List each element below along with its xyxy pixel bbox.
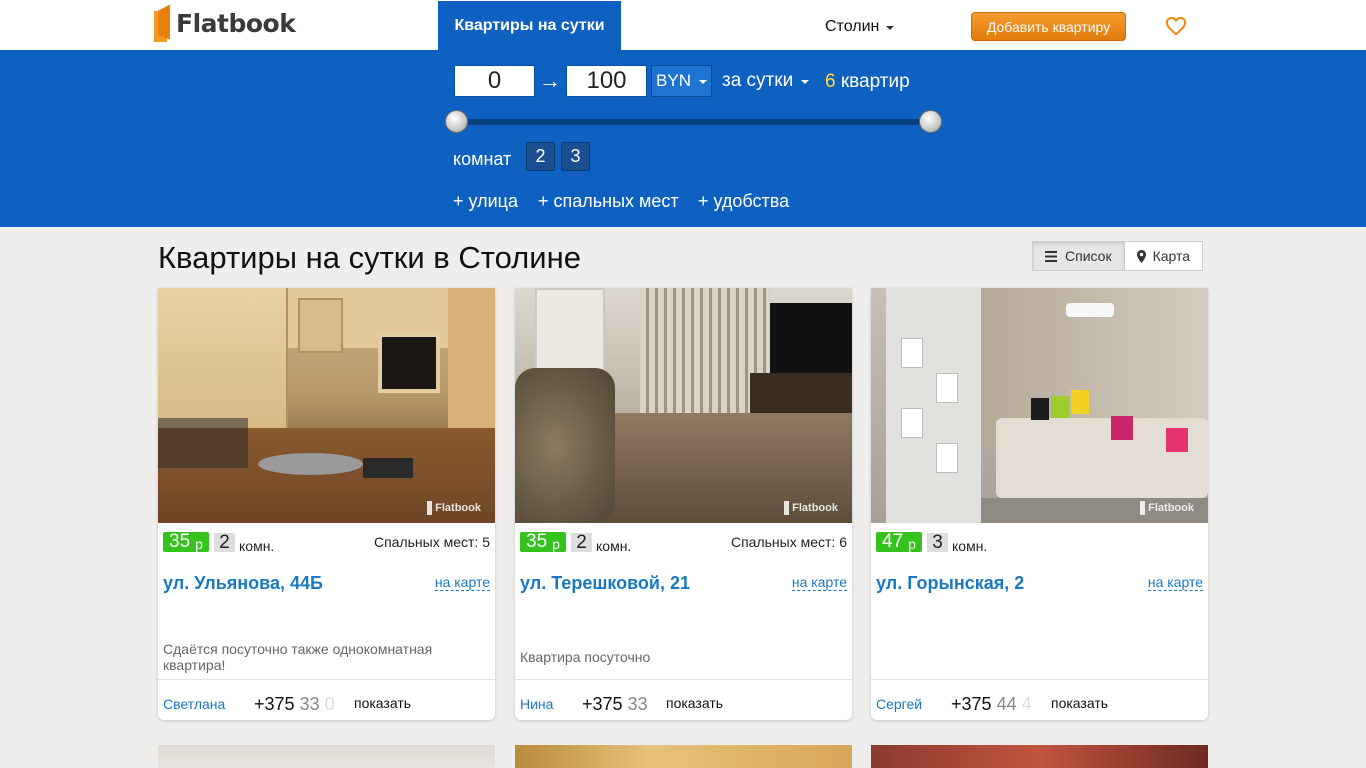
results-count-word: квартир [840, 71, 910, 92]
show-phone-button[interactable]: показать [1051, 695, 1108, 711]
on-map-link[interactable]: на карте [1147, 574, 1203, 591]
currency-select[interactable]: BYN [651, 65, 712, 97]
listing-photo[interactable] [158, 745, 495, 768]
results-count-number: 6 [825, 71, 836, 92]
price-badge: 47 р [876, 531, 922, 552]
door-logo-icon [154, 4, 170, 42]
rooms-badge: 2 [214, 532, 235, 553]
show-phone-button[interactable]: показать [354, 695, 411, 711]
add-beds-filter[interactable]: + спальных мест [538, 191, 679, 212]
owner-name[interactable]: Сергей [876, 696, 922, 712]
on-map-link[interactable]: на карте [791, 574, 847, 591]
city-selector[interactable]: Столин [825, 18, 895, 36]
add-street-filter[interactable]: + улица [453, 191, 518, 212]
listing-photo[interactable] [871, 745, 1208, 768]
rooms-label: комнат [453, 149, 512, 169]
phone-number: +375 33 0 [254, 694, 335, 714]
on-map-link[interactable]: на карте [434, 574, 490, 591]
listing-photo[interactable]: Flatbook [515, 288, 852, 523]
price-slider-max-handle[interactable] [919, 110, 942, 133]
price-range-arrow: → [539, 68, 561, 93]
chevron-down-icon [886, 26, 895, 30]
top-header: Flatbook Квартиры на сутки Столин Добави… [0, 0, 1366, 50]
listing-photo[interactable]: Flatbook [158, 288, 495, 523]
price-slider-min-handle[interactable] [445, 110, 468, 133]
nav-tab-apartments[interactable]: Квартиры на сутки [438, 1, 621, 50]
listing-address[interactable]: ул. Терешковой, 21 [520, 573, 690, 594]
rooms-word: комн. [239, 538, 275, 554]
listing-card[interactable]: Flatbook 35 р 2 комн. Спальных мест: 6 ул… [515, 288, 852, 720]
divider [871, 679, 1208, 680]
currency-label: BYN [656, 71, 691, 90]
city-label: Столин [825, 18, 880, 35]
chevron-down-icon [801, 80, 810, 84]
period-label: за сутки [722, 70, 794, 91]
listing-card[interactable]: Flatbook 47 р 3 комн. ул. Горынская, 2 на… [871, 288, 1208, 720]
rooms-badge: 2 [571, 532, 592, 553]
heart-icon[interactable] [1165, 16, 1187, 36]
view-toggle: Список Карта [1032, 241, 1204, 271]
listing-description: Сдаётся посуточно также однокомнатная кв… [163, 641, 433, 673]
price-max-input[interactable]: 100 [566, 65, 647, 97]
rooms-word: комн. [952, 538, 988, 554]
watermark: Flatbook [1140, 501, 1194, 515]
logo[interactable]: Flatbook [154, 4, 296, 42]
watermark: Flatbook [784, 501, 838, 515]
listing-photo[interactable] [515, 745, 852, 768]
price-slider-track[interactable] [456, 119, 930, 125]
listing-description: Квартира посуточно [520, 649, 651, 665]
period-select[interactable]: за сутки [722, 70, 810, 92]
owner-name[interactable]: Нина [520, 696, 553, 712]
logo-text: Flatbook [176, 8, 296, 38]
listing-photo[interactable]: Flatbook [871, 288, 1208, 523]
price-min-input[interactable]: 0 [454, 65, 535, 97]
list-icon [1045, 250, 1057, 262]
watermark: Flatbook [427, 501, 481, 515]
list-view-label: Список [1065, 248, 1112, 264]
page-title: Квартиры на сутки в Столине [158, 240, 581, 275]
price-badge: 35 р [163, 531, 209, 552]
beds-count: Спальных мест: 6 [730, 534, 847, 550]
divider [515, 679, 852, 680]
listing-address[interactable]: ул. Ульянова, 44Б [163, 573, 323, 594]
chevron-down-icon [698, 80, 707, 84]
show-phone-button[interactable]: показать [666, 695, 723, 711]
rooms-option-3[interactable]: 3 [561, 142, 590, 171]
owner-name[interactable]: Светлана [163, 696, 225, 712]
rooms-option-2[interactable]: 2 [526, 142, 555, 171]
listing-card[interactable]: Flatbook 35 р 2 комн. Спальных мест: 5 ул… [158, 288, 495, 720]
list-view-button[interactable]: Список [1032, 241, 1125, 271]
phone-number: +375 33 [582, 694, 648, 714]
filter-panel: 0 → 100 BYN за сутки 6 квартир комнат 2 … [0, 50, 1366, 227]
divider [158, 679, 495, 680]
results-count: 6 квартир [825, 71, 910, 93]
map-marker-icon [1136, 249, 1146, 263]
map-view-button[interactable]: Карта [1124, 241, 1204, 271]
phone-number: +375 44 4 [951, 694, 1032, 714]
rooms-word: комн. [596, 538, 632, 554]
map-view-label: Карта [1152, 248, 1191, 264]
add-amenities-filter[interactable]: + удобства [698, 191, 789, 212]
beds-count: Спальных мест: 5 [373, 534, 490, 550]
price-badge: 35 р [520, 531, 566, 552]
add-apartment-button[interactable]: Добавить квартиру [971, 12, 1126, 41]
listing-address[interactable]: ул. Горынская, 2 [876, 573, 1024, 594]
rooms-badge: 3 [927, 532, 948, 553]
